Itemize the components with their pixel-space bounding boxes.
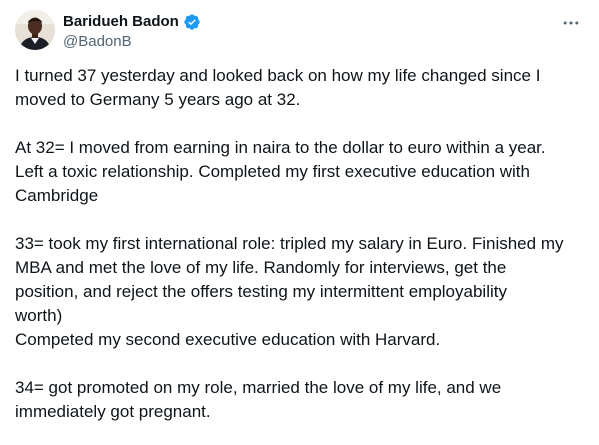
profile-photo-icon: [15, 10, 55, 50]
tweet-text: I turned 37 yesterday and looked back on…: [15, 66, 564, 421]
author-handle[interactable]: @BadonB: [63, 32, 132, 52]
more-options-button[interactable]: [558, 12, 584, 34]
tweet: Baridueh Badon @BadonB I turned 37 yeste…: [0, 0, 599, 445]
display-name[interactable]: Baridueh Badon: [63, 12, 179, 32]
avatar[interactable]: [15, 10, 55, 50]
verified-badge-icon[interactable]: [183, 13, 201, 31]
author-name-row: Baridueh Badon: [63, 12, 201, 32]
more-horizontal-icon: [563, 21, 579, 25]
